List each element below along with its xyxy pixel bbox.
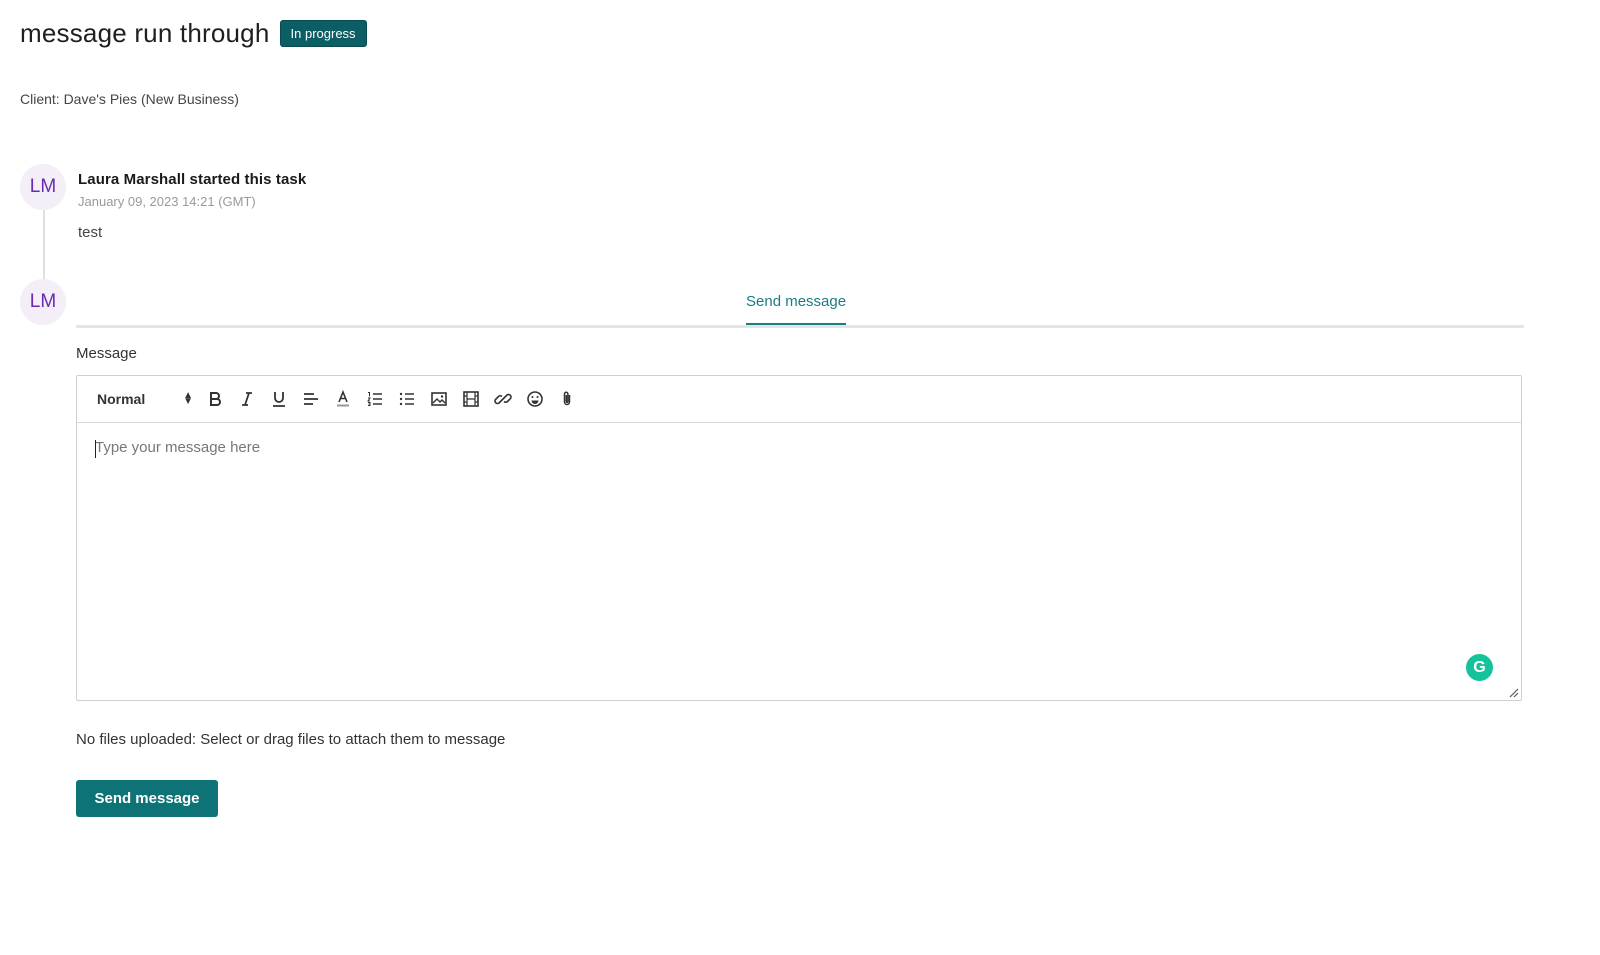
files-dropzone-note[interactable]: No files uploaded: Select or drag files … <box>76 731 505 748</box>
image-icon <box>431 392 447 406</box>
attachment-button[interactable] <box>551 385 583 413</box>
ordered-list-button[interactable] <box>359 385 391 413</box>
ordered-list-icon <box>367 392 382 406</box>
event-title: Laura Marshall started this task <box>78 171 307 188</box>
italic-icon <box>242 392 252 406</box>
event-timestamp: January 09, 2023 14:21 (GMT) <box>78 194 256 209</box>
bullet-list-icon <box>399 392 414 406</box>
attachment-icon <box>563 391 571 406</box>
bold-icon <box>210 392 221 406</box>
underline-icon <box>273 392 285 407</box>
message-editor: Normal ▲ ▼ Type your message here G <box>76 375 1522 701</box>
event-body: test <box>78 224 103 241</box>
link-icon <box>494 393 512 405</box>
format-select[interactable]: Normal ▲ ▼ <box>97 390 193 408</box>
editor-toolbar: Normal ▲ ▼ <box>77 376 1521 423</box>
task-header: message run through In progress <box>20 18 367 49</box>
message-label: Message <box>76 345 137 362</box>
bullet-list-button[interactable] <box>391 385 423 413</box>
grammarly-icon[interactable]: G <box>1466 654 1493 681</box>
page-title: message run through <box>20 18 270 48</box>
bold-button[interactable] <box>199 385 231 413</box>
editor-area: G <box>77 423 1521 700</box>
video-button[interactable] <box>455 385 487 413</box>
emoji-button[interactable] <box>519 385 551 413</box>
avatar: LM <box>20 164 66 210</box>
italic-button[interactable] <box>231 385 263 413</box>
send-message-button[interactable]: Send message <box>76 780 218 817</box>
link-button[interactable] <box>487 385 519 413</box>
emoji-icon <box>527 391 543 407</box>
text-color-button[interactable] <box>327 385 359 413</box>
status-badge: In progress <box>279 20 367 47</box>
timeline-connector <box>43 210 45 280</box>
image-button[interactable] <box>423 385 455 413</box>
composer-avatar: LM <box>20 279 66 325</box>
select-arrows-icon: ▲ ▼ <box>183 390 193 407</box>
resize-handle-icon[interactable] <box>1507 686 1519 698</box>
client-info: Client: Dave's Pies (New Business) <box>20 91 239 107</box>
align-button[interactable] <box>295 385 327 413</box>
message-input[interactable] <box>77 423 1521 700</box>
align-icon <box>304 393 318 405</box>
text-cursor <box>95 440 96 458</box>
format-select-value: Normal <box>97 391 146 407</box>
text-color-icon <box>337 390 349 407</box>
video-icon <box>463 391 479 407</box>
underline-button[interactable] <box>263 385 295 413</box>
tab-send-message[interactable]: Send message <box>746 280 847 325</box>
composer-tabs: Send message <box>76 280 1524 328</box>
